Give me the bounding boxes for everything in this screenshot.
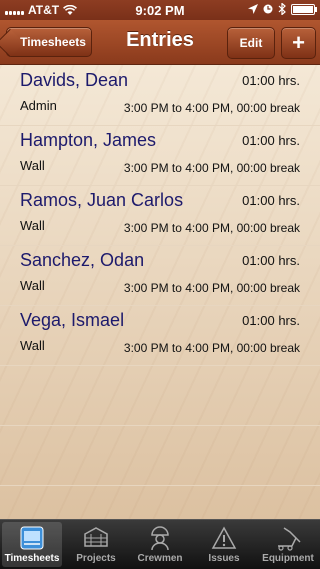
projects-icon (84, 527, 108, 547)
entry-hours: 01:00 hrs. (242, 253, 300, 268)
tab-projects[interactable]: Projects (66, 522, 126, 567)
tab-equipment[interactable]: Equipment (258, 522, 318, 567)
entry-time-range: 3:00 PM to 4:00 PM, 00:00 break (123, 161, 300, 175)
entry-time-range: 3:00 PM to 4:00 PM, 00:00 break (123, 341, 300, 355)
entry-task: Admin (20, 98, 57, 113)
tab-issues[interactable]: Issues (194, 522, 254, 567)
entry-task: Wall (20, 278, 45, 293)
tab-label: Timesheets (4, 553, 60, 564)
entry-time-range: 3:00 PM to 4:00 PM, 00:00 break (123, 101, 300, 115)
battery-icon (291, 3, 317, 15)
edit-button[interactable]: Edit (227, 27, 275, 59)
entry-row[interactable]: Sanchez, Odan 01:00 hrs. Wall 3:00 PM to… (0, 245, 320, 306)
tab-bar: Timesheets Projects Crewmen Issues Equip… (0, 519, 320, 569)
issues-icon (211, 526, 237, 549)
entry-name: Hampton, James (20, 130, 157, 150)
alarm-clock-icon (263, 4, 273, 14)
entries-list: Davids, Dean 01:00 hrs. Admin 3:00 PM to… (0, 65, 320, 519)
entry-hours: 01:00 hrs. (242, 73, 300, 88)
entry-time-range: 3:00 PM to 4:00 PM, 00:00 break (123, 281, 300, 295)
navigation-bar: Timesheets Entries Edit + (0, 20, 320, 65)
tab-label: Equipment (262, 553, 314, 564)
tab-label: Issues (208, 553, 240, 564)
entry-name: Sanchez, Odan (20, 250, 145, 270)
timesheets-icon (20, 526, 44, 550)
entry-hours: 01:00 hrs. (242, 193, 300, 208)
tab-label: Projects (76, 553, 116, 564)
entry-hours: 01:00 hrs. (242, 313, 300, 328)
empty-row (0, 365, 320, 426)
entry-time-range: 3:00 PM to 4:00 PM, 00:00 break (123, 221, 300, 235)
bluetooth-icon (278, 3, 286, 15)
tab-timesheets[interactable]: Timesheets (2, 522, 62, 567)
edit-button-label: Edit (239, 36, 263, 50)
empty-row (0, 425, 320, 486)
entry-name: Ramos, Juan Carlos (20, 190, 184, 210)
entry-name: Vega, Ismael (20, 310, 125, 330)
entry-task: Wall (20, 338, 45, 353)
entry-row[interactable]: Davids, Dean 01:00 hrs. Admin 3:00 PM to… (0, 65, 320, 126)
entry-row[interactable]: Vega, Ismael 01:00 hrs. Wall 3:00 PM to … (0, 305, 320, 366)
entry-hours: 01:00 hrs. (242, 133, 300, 148)
entry-task: Wall (20, 218, 45, 233)
status-bar: AT&T 9:02 PM (0, 0, 320, 20)
entry-name: Davids, Dean (20, 70, 129, 90)
crewmen-icon (151, 526, 169, 551)
equipment-icon (278, 527, 301, 551)
entry-row[interactable]: Hampton, James 01:00 hrs. Wall 3:00 PM t… (0, 125, 320, 186)
entry-task: Wall (20, 158, 45, 173)
location-arrow-icon (248, 4, 258, 14)
tab-crewmen[interactable]: Crewmen (130, 522, 190, 567)
add-button[interactable]: + (281, 27, 316, 59)
plus-icon: + (292, 30, 305, 55)
entry-row[interactable]: Ramos, Juan Carlos 01:00 hrs. Wall 3:00 … (0, 185, 320, 246)
tab-label: Crewmen (137, 553, 183, 564)
